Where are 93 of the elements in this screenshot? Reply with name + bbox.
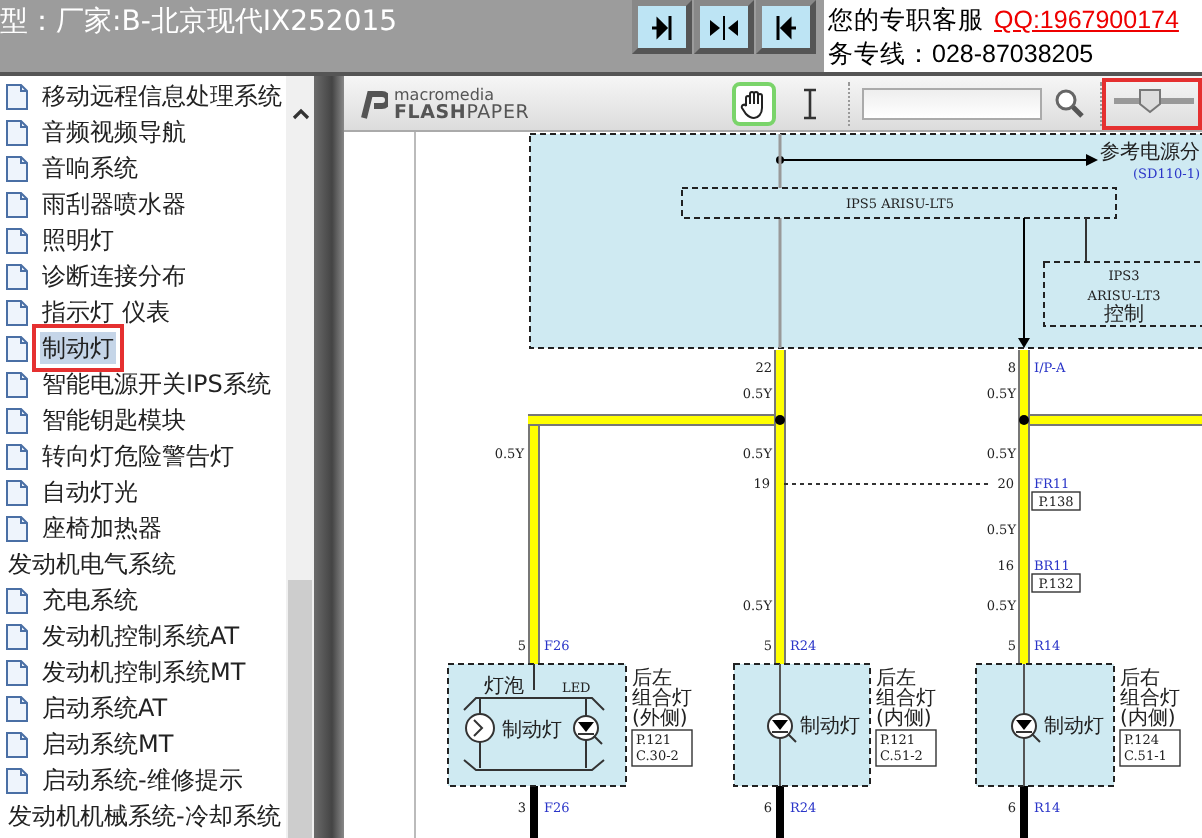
tree-item[interactable]: 充电系统 <box>40 584 140 616</box>
search-icon <box>1054 88 1084 118</box>
lamp-label: 制动灯 <box>1044 716 1104 738</box>
led-icon <box>1011 713 1041 743</box>
junction-dot <box>1019 415 1029 425</box>
lamp-label: 制动灯 <box>800 716 860 738</box>
tree-item[interactable]: 音频视频导航 <box>40 116 188 148</box>
arrow-right-bar-icon <box>646 11 678 43</box>
document-icon <box>6 155 28 181</box>
lamp-name: 组合灯 <box>1120 688 1180 710</box>
led-icon <box>767 713 797 743</box>
tree-item[interactable]: 发动机电气系统 <box>6 548 178 580</box>
page-right-button[interactable] <box>632 0 692 54</box>
lamp-name: (内侧) <box>876 708 932 730</box>
wire <box>776 786 784 838</box>
document-icon <box>6 263 28 289</box>
lamp-box <box>975 663 1115 787</box>
tree-item[interactable]: 座椅加热器 <box>40 512 164 544</box>
document-icon <box>6 371 28 397</box>
tree-item[interactable]: 自动灯光 <box>40 476 140 508</box>
document-icon <box>6 83 28 109</box>
page-center-button[interactable] <box>694 0 754 54</box>
lamp-name: 后左 <box>876 668 916 690</box>
hotline-text: 务专线：028-87038205 <box>828 38 1096 72</box>
lamp-label: 制动灯 <box>502 720 562 742</box>
tree-item[interactable]: 制动灯 <box>40 332 116 364</box>
document-icon <box>6 731 28 757</box>
tree-item[interactable]: 发动机机械系统-冷却系统 <box>6 800 283 832</box>
text-cursor-icon <box>802 87 818 119</box>
document-icon <box>6 479 28 505</box>
document-icon <box>6 227 28 253</box>
wire <box>530 786 538 838</box>
lamp-wire <box>1023 663 1025 787</box>
chevron-up-icon <box>291 108 309 120</box>
tree-item[interactable]: 照明灯 <box>40 224 116 256</box>
part-label: 灯泡 <box>484 676 524 698</box>
highlight-frame <box>1102 78 1202 130</box>
signal-arrow <box>1018 217 1030 348</box>
document-icon <box>6 659 28 685</box>
lamp-name: 后右 <box>1120 668 1160 690</box>
support-label: 您的专职客服 <box>828 6 984 34</box>
lamp-name: 后左 <box>632 668 672 690</box>
bulb-icon <box>465 713 495 743</box>
tree-item[interactable]: 发动机控制系统AT <box>40 620 242 652</box>
document-icon <box>6 767 28 793</box>
hand-tool-button[interactable] <box>732 81 776 125</box>
lamp-box <box>733 663 871 787</box>
document-icon <box>6 119 28 145</box>
module-label: 控制 <box>1104 304 1144 326</box>
power-ref-title: 参考电源分 <box>1100 142 1200 164</box>
wire <box>1020 786 1028 838</box>
flashpaper-logo-icon <box>356 87 388 119</box>
tree-item[interactable]: 启动系统AT <box>40 692 170 724</box>
lamp-wire <box>779 663 781 787</box>
document-icon <box>6 443 28 469</box>
led-icon <box>573 715 603 745</box>
scrollbar-thumb[interactable] <box>288 580 312 838</box>
slider-thumb[interactable] <box>1138 87 1162 113</box>
zoom-slider[interactable] <box>1114 87 1194 119</box>
tree-item[interactable]: 转向灯危险警告灯 <box>40 440 236 472</box>
signal-line <box>1085 217 1087 263</box>
tree-item[interactable]: 移动远程信息处理系统 <box>40 80 284 112</box>
document-icon <box>6 623 28 649</box>
lamp-name: (内侧) <box>1120 708 1176 730</box>
tree-item[interactable]: 智能电源开关IPS系统 <box>40 368 273 400</box>
scrollbar[interactable] <box>286 76 314 838</box>
document-icon <box>6 695 28 721</box>
header-title: 型：厂家:B-北京现代IX252015 <box>0 4 400 40</box>
tree-item[interactable]: 发动机控制系统MT <box>40 656 248 688</box>
logo-brand: macromedia <box>394 85 497 103</box>
tree-item[interactable]: 智能钥匙模块 <box>40 404 188 436</box>
logo-product: FLASHPAPER <box>394 103 530 121</box>
search-field[interactable] <box>862 87 1042 119</box>
document-icon <box>6 587 28 613</box>
document-icon <box>6 191 28 217</box>
junction-dot <box>775 415 785 425</box>
page-left-button[interactable] <box>756 0 816 54</box>
lamp-name: 组合灯 <box>632 688 692 710</box>
lamp-name: (外侧) <box>632 708 688 730</box>
tree-item[interactable]: 启动系统MT <box>40 728 176 760</box>
document-icon <box>6 407 28 433</box>
arrows-inward-icon <box>708 11 740 43</box>
lamp-name: 组合灯 <box>876 688 936 710</box>
tree-item[interactable]: 诊断连接分布 <box>40 260 188 292</box>
tree-item[interactable]: 启动系统-维修提示 <box>40 764 245 796</box>
tree-item[interactable]: 指示灯 仪表 <box>40 296 172 328</box>
tree-item[interactable]: 音响系统 <box>40 152 140 184</box>
document-icon <box>6 299 28 325</box>
document-icon <box>6 515 28 541</box>
tree-item[interactable]: 雨刮器喷水器 <box>40 188 188 220</box>
lamp-circuit-drawing <box>463 663 605 771</box>
qq-link[interactable]: QQ:1967900174 <box>994 6 1179 34</box>
document-icon <box>6 335 28 361</box>
